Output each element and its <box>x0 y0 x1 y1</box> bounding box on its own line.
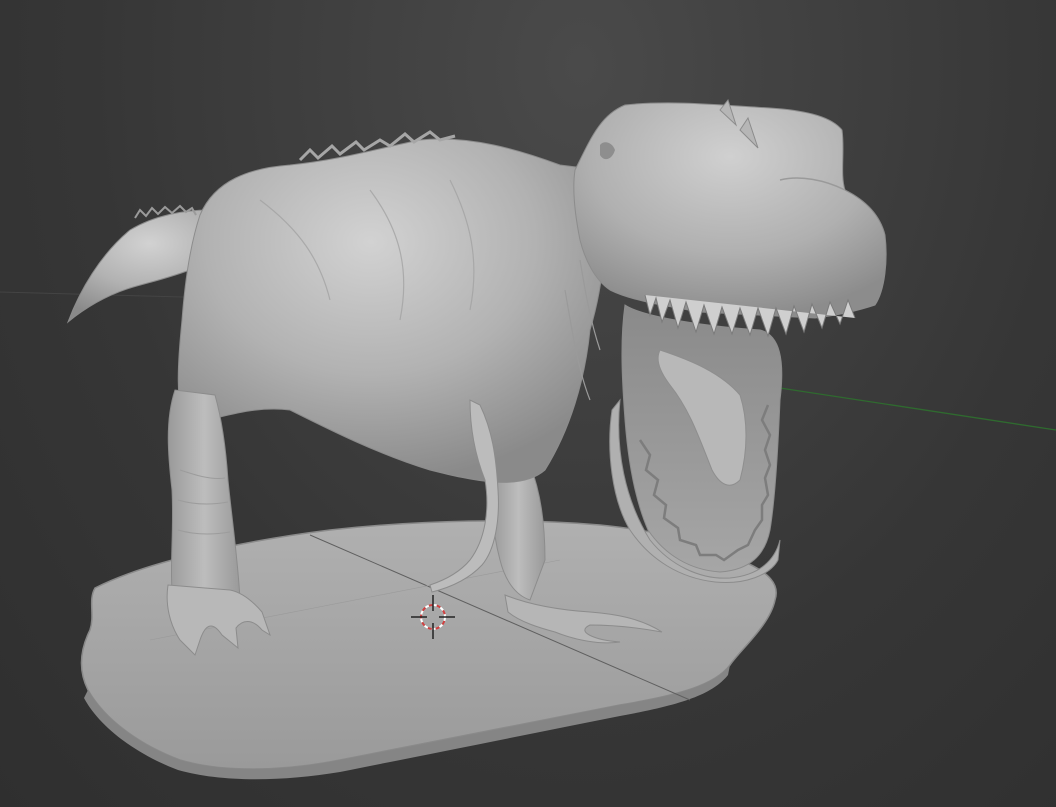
upper-skull <box>573 102 887 319</box>
viewport-canvas[interactable] <box>0 0 1056 807</box>
trex-body[interactable] <box>177 130 606 483</box>
near-leg-shape <box>167 389 241 601</box>
body-shape <box>177 138 606 483</box>
y-axis-line <box>779 387 1056 431</box>
3d-viewport[interactable] <box>0 0 1056 807</box>
trex-head[interactable] <box>564 98 887 584</box>
trex-near-hind-leg[interactable] <box>166 389 271 656</box>
